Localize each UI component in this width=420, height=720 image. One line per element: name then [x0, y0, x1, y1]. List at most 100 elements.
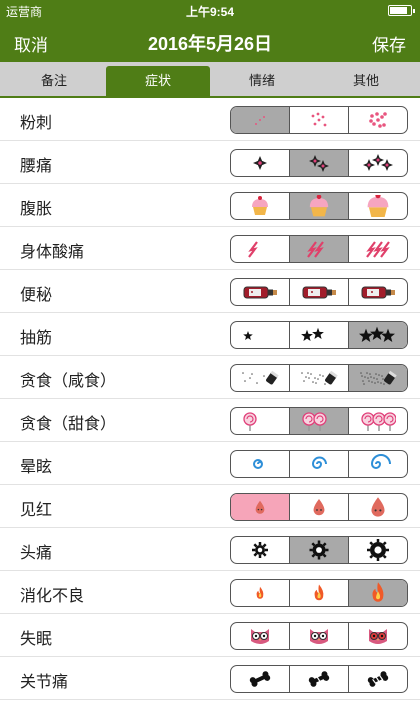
severity-moderate-option[interactable]: [290, 580, 349, 606]
symptom-row: 贪食（甜食）: [0, 399, 420, 442]
backache-sparkle-icon: [308, 153, 330, 173]
severity-moderate-option[interactable]: [290, 451, 349, 477]
severity-segmented-control: [230, 450, 408, 478]
severity-severe-option[interactable]: [349, 623, 407, 649]
severity-mild-option[interactable]: [231, 107, 290, 133]
severity-mild-option[interactable]: [231, 451, 290, 477]
save-button[interactable]: 保存: [372, 31, 406, 56]
symptom-label: 便秘: [20, 287, 53, 304]
symptom-label: 粉刺: [20, 115, 53, 132]
severity-severe-option[interactable]: [349, 408, 407, 434]
acne-icon: [250, 110, 270, 130]
severity-moderate-option[interactable]: [290, 537, 349, 563]
severity-moderate-option[interactable]: [290, 236, 349, 262]
symptom-list: 粉刺 腰痛 腹胀 身体酸痛 便秘 抽筋 贪食（咸食） 贪食（甜食） 晕眩 见红 头痛 消化不良 失眠 关节…: [0, 98, 420, 700]
severity-moderate-option[interactable]: [290, 494, 349, 520]
gear-icon: [308, 539, 330, 561]
severity-mild-option[interactable]: [231, 150, 290, 176]
severity-mild-option[interactable]: [231, 666, 290, 692]
severity-severe-option[interactable]: [349, 236, 407, 262]
salt-shaker-icon: [358, 368, 398, 388]
backache-sparkle-icon: [250, 153, 270, 173]
severity-mild-option[interactable]: [231, 365, 290, 391]
severity-moderate-option[interactable]: [290, 193, 349, 219]
severity-severe-option[interactable]: [349, 193, 407, 219]
symptom-label: 抽筋: [20, 330, 53, 347]
tab-other[interactable]: 其他: [314, 66, 418, 96]
symptom-row: 关节痛: [0, 657, 420, 700]
symptom-row: 贪食（咸食）: [0, 356, 420, 399]
severity-severe-option[interactable]: [349, 580, 407, 606]
symptom-label: 见红: [20, 502, 53, 519]
lollipop-icon: [360, 411, 396, 431]
blood-drop-icon: [308, 496, 330, 518]
star-icon: [240, 325, 280, 345]
severity-mild-option[interactable]: [231, 322, 290, 348]
severity-severe-option[interactable]: [349, 365, 407, 391]
severity-mild-option[interactable]: [231, 193, 290, 219]
spiral-icon: [364, 454, 392, 474]
symptom-label: 晕眩: [20, 459, 53, 476]
severity-segmented-control: [230, 364, 408, 392]
blood-drop-icon: [367, 496, 389, 518]
lightning-icon: [245, 239, 275, 259]
severity-moderate-option[interactable]: [290, 365, 349, 391]
status-bar: 运营商 上午9:54: [0, 0, 420, 20]
severity-moderate-option[interactable]: [290, 322, 349, 348]
severity-severe-option[interactable]: [349, 150, 407, 176]
cupcake-icon: [307, 195, 331, 217]
tab-symptoms[interactable]: 症状: [106, 66, 210, 96]
bone-icon: [365, 669, 391, 689]
symptom-label: 腹胀: [20, 201, 53, 218]
severity-segmented-control: [230, 235, 408, 263]
bottle-icon: [241, 282, 279, 302]
severity-segmented-control: [230, 149, 408, 177]
cupcake-icon: [366, 195, 390, 217]
tab-mood[interactable]: 情绪: [210, 66, 314, 96]
symptom-row: 消化不良: [0, 571, 420, 614]
severity-moderate-option[interactable]: [290, 150, 349, 176]
severity-severe-option[interactable]: [349, 322, 407, 348]
severity-severe-option[interactable]: [349, 666, 407, 692]
tab-bar: 备注 症状 情绪 其他: [0, 62, 420, 98]
severity-moderate-option[interactable]: [290, 107, 349, 133]
symptom-row: 身体酸痛: [0, 227, 420, 270]
severity-segmented-control: [230, 321, 408, 349]
severity-segmented-control: [230, 106, 408, 134]
severity-moderate-option[interactable]: [290, 408, 349, 434]
backache-sparkle-icon: [363, 153, 393, 173]
tab-notes[interactable]: 备注: [2, 66, 106, 96]
lollipop-icon: [242, 411, 278, 431]
severity-moderate-option[interactable]: [290, 666, 349, 692]
bone-icon: [247, 669, 273, 689]
symptom-label: 贪食（咸食）: [20, 373, 117, 390]
owl-icon: [366, 625, 390, 647]
severity-moderate-option[interactable]: [290, 623, 349, 649]
severity-mild-option[interactable]: [231, 279, 290, 305]
severity-severe-option[interactable]: [349, 107, 407, 133]
symptom-row: 腰痛: [0, 141, 420, 184]
severity-mild-option[interactable]: [231, 494, 290, 520]
acne-icon: [368, 110, 388, 130]
severity-mild-option[interactable]: [231, 537, 290, 563]
severity-moderate-option[interactable]: [290, 279, 349, 305]
severity-mild-option[interactable]: [231, 408, 290, 434]
severity-severe-option[interactable]: [349, 279, 407, 305]
severity-severe-option[interactable]: [349, 537, 407, 563]
cupcake-icon: [248, 195, 272, 217]
symptom-label: 头痛: [20, 545, 53, 562]
salt-shaker-icon: [299, 368, 339, 388]
severity-segmented-control: [230, 579, 408, 607]
severity-severe-option[interactable]: [349, 494, 407, 520]
severity-segmented-control: [230, 665, 408, 693]
acne-icon: [309, 110, 329, 130]
lightning-icon: [304, 239, 334, 259]
severity-mild-option[interactable]: [231, 236, 290, 262]
severity-severe-option[interactable]: [349, 451, 407, 477]
severity-mild-option[interactable]: [231, 623, 290, 649]
lightning-icon: [363, 239, 393, 259]
page-title: 2016年5月26日: [147, 34, 273, 54]
severity-mild-option[interactable]: [231, 580, 290, 606]
symptom-row: 头痛: [0, 528, 420, 571]
status-time: 上午9:54: [185, 5, 235, 19]
